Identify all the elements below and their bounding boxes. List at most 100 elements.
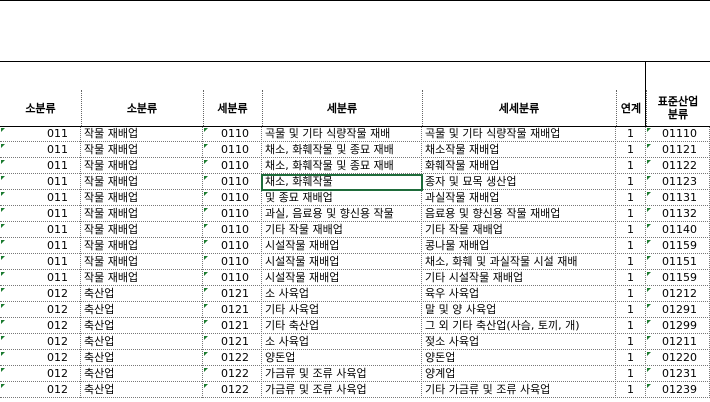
cell-sebunryu-name[interactable]: 소 사육업 xyxy=(262,287,422,302)
cell-sesebunryu-name[interactable]: 그 외 기타 축산업(사슴, 토끼, 개) xyxy=(422,319,616,334)
cell-sebunryu-code[interactable]: 0110 xyxy=(203,175,262,190)
cell-sobunryu-code[interactable]: 012 xyxy=(0,367,81,382)
cell-sobunryu-code[interactable]: 011 xyxy=(0,159,81,174)
cell-link[interactable]: 1 xyxy=(616,255,646,270)
cell-sobunryu-code[interactable]: 011 xyxy=(0,191,81,206)
cell-standard-code[interactable]: 01151 xyxy=(646,255,710,270)
cell-link[interactable]: 1 xyxy=(616,335,646,350)
table-row[interactable]: 011 작물 재배업 0110 시설작물 재배업 기타 시설작물 재배업 1 01159 xyxy=(0,271,710,286)
cell-sobunryu-name[interactable]: 작물 재배업 xyxy=(81,271,203,286)
cell-sebunryu-code[interactable]: 0121 xyxy=(203,319,262,334)
cell-sebunryu-code[interactable]: 0122 xyxy=(203,383,262,398)
cell-sobunryu-code[interactable]: 012 xyxy=(0,383,81,398)
cell-sobunryu-code[interactable]: 011 xyxy=(0,207,81,222)
cell-sebunryu-code[interactable]: 0122 xyxy=(203,367,262,382)
cell-sobunryu-name[interactable]: 작물 재배업 xyxy=(81,255,203,270)
cell-link[interactable]: 1 xyxy=(616,319,646,334)
table-row[interactable]: 012 축산업 0122 가금류 및 조류 사육업 기타 가금류 및 조류 사육업 1 01… xyxy=(0,383,710,398)
cell-sebunryu-code[interactable]: 0110 xyxy=(203,159,262,174)
cell-standard-code[interactable]: 01132 xyxy=(646,207,710,222)
cell-sobunryu-code[interactable]: 011 xyxy=(0,175,81,190)
table-row[interactable]: 011 작물 재배업 0110 채소, 화훼작물 종자 및 묘목 생산업 1 01123 xyxy=(0,174,710,191)
cell-sobunryu-code[interactable]: 011 xyxy=(0,271,81,286)
cell-sobunryu-code[interactable]: 012 xyxy=(0,335,81,350)
cell-sebunryu-name[interactable]: 기타 사육업 xyxy=(262,303,422,318)
table-row[interactable]: 012 축산업 0121 소 사육업 육우 사육업 1 01212 xyxy=(0,287,710,302)
cell-sobunryu-name[interactable]: 축산업 xyxy=(81,303,203,318)
cell-sebunryu-name[interactable]: 곡물 및 기타 식량작물 재배 xyxy=(262,127,422,142)
cell-sebunryu-code[interactable]: 0110 xyxy=(203,255,262,270)
cell-standard-code[interactable]: 01140 xyxy=(646,223,710,238)
cell-standard-code[interactable]: 01121 xyxy=(646,143,710,158)
cell-link[interactable]: 1 xyxy=(616,303,646,318)
cell-sebunryu-code[interactable]: 0110 xyxy=(203,223,262,238)
table-row[interactable]: 012 축산업 0121 기타 축산업 그 외 기타 축산업(사슴, 토끼, 개) 1 01… xyxy=(0,319,710,334)
cell-standard-code[interactable]: 01212 xyxy=(646,287,710,302)
cell-sebunryu-code[interactable]: 0110 xyxy=(203,239,262,254)
cell-sebunryu-name[interactable]: 채소, 화훼작물 및 종묘 재배 xyxy=(262,143,422,158)
spreadsheet[interactable]: 소분류 소분류 세분류 세분류 세세분류 연계 표준산업 분류 011 작물 재배업… xyxy=(0,0,710,402)
cell-standard-code[interactable]: 01291 xyxy=(646,303,710,318)
cell-link[interactable]: 1 xyxy=(616,239,646,254)
table-row[interactable]: 011 작물 재배업 0110 시설작물 재배업 채소, 화훼 및 과실작물 시설 재배… xyxy=(0,255,710,270)
cell-sebunryu-name[interactable]: 채소, 화훼작물 및 종묘 재배 xyxy=(262,159,422,174)
cell-standard-code[interactable]: 01159 xyxy=(646,239,710,254)
cell-sobunryu-code[interactable]: 012 xyxy=(0,319,81,334)
cell-sebunryu-name[interactable]: 과실, 음료용 및 향신용 작물 xyxy=(262,207,422,222)
cell-sobunryu-code[interactable]: 011 xyxy=(0,255,81,270)
cell-sebunryu-name[interactable]: 양돈업 xyxy=(262,351,422,366)
cell-sebunryu-name[interactable]: 채소, 화훼작물 xyxy=(261,174,423,191)
cell-sobunryu-name[interactable]: 작물 재배업 xyxy=(81,175,203,190)
table-row[interactable]: 012 축산업 0121 기타 사육업 말 및 양 사육업 1 01291 xyxy=(0,303,710,318)
cell-link[interactable]: 1 xyxy=(616,143,646,158)
cell-sobunryu-name[interactable]: 작물 재배업 xyxy=(81,223,203,238)
cell-standard-code[interactable]: 01239 xyxy=(646,383,710,398)
cell-standard-code[interactable]: 01110 xyxy=(646,127,710,142)
cell-sobunryu-code[interactable]: 011 xyxy=(0,143,81,158)
cell-sobunryu-name[interactable]: 축산업 xyxy=(81,383,203,398)
table-row[interactable]: 011 작물 재배업 0110 곡물 및 기타 식량작물 재배 곡물 및 기타 식량작물… xyxy=(0,127,710,142)
cell-sobunryu-name[interactable]: 축산업 xyxy=(81,367,203,382)
cell-sesebunryu-name[interactable]: 기타 가금류 및 조류 사육업 xyxy=(422,383,616,398)
cell-sobunryu-name[interactable]: 축산업 xyxy=(81,319,203,334)
cell-sebunryu-code[interactable]: 0110 xyxy=(203,191,262,206)
cell-sesebunryu-name[interactable]: 기타 시설작물 재배업 xyxy=(422,271,616,286)
table-row[interactable]: 011 작물 재배업 0110 시설작물 재배업 콩나물 재배업 1 01159 xyxy=(0,239,710,254)
cell-sesebunryu-name[interactable]: 콩나물 재배업 xyxy=(422,239,616,254)
cell-sesebunryu-name[interactable]: 채소작물 재배업 xyxy=(422,143,616,158)
cell-standard-code[interactable]: 01220 xyxy=(646,351,710,366)
cell-sobunryu-code[interactable]: 012 xyxy=(0,303,81,318)
cell-sebunryu-code[interactable]: 0121 xyxy=(203,287,262,302)
cell-standard-code[interactable]: 01231 xyxy=(646,367,710,382)
cell-sebunryu-code[interactable]: 0110 xyxy=(203,127,262,142)
table-row[interactable]: 011 작물 재배업 0110 채소, 화훼작물 및 종묘 재배 채소작물 재배업 1 01… xyxy=(0,143,710,158)
cell-sebunryu-name[interactable]: 기타 작물 재배업 xyxy=(262,223,422,238)
cell-sobunryu-code[interactable]: 011 xyxy=(0,223,81,238)
cell-link[interactable]: 1 xyxy=(616,351,646,366)
cell-sesebunryu-name[interactable]: 곡물 및 기타 식량작물 재배업 xyxy=(422,127,616,142)
cell-sobunryu-code[interactable]: 012 xyxy=(0,351,81,366)
cell-sobunryu-name[interactable]: 작물 재배업 xyxy=(81,143,203,158)
cell-sesebunryu-name[interactable]: 종자 및 묘목 생산업 xyxy=(422,175,616,190)
cell-sobunryu-code[interactable]: 011 xyxy=(0,239,81,254)
cell-sebunryu-code[interactable]: 0110 xyxy=(203,143,262,158)
cell-sobunryu-name[interactable]: 작물 재배업 xyxy=(81,239,203,254)
cell-link[interactable]: 1 xyxy=(616,383,646,398)
cell-sebunryu-code[interactable]: 0121 xyxy=(203,335,262,350)
table-row[interactable]: 011 작물 재배업 0110 및 종묘 재배업 과실작물 재배업 1 01131 xyxy=(0,191,710,206)
cell-sesebunryu-name[interactable]: 양계업 xyxy=(422,367,616,382)
table-row[interactable]: 012 축산업 0122 가금류 및 조류 사육업 양계업 1 01231 xyxy=(0,367,710,382)
cell-sebunryu-name[interactable]: 소 사육업 xyxy=(262,335,422,350)
cell-sesebunryu-name[interactable]: 과실작물 재배업 xyxy=(422,191,616,206)
cell-standard-code[interactable]: 01122 xyxy=(646,159,710,174)
cell-sobunryu-code[interactable]: 012 xyxy=(0,287,81,302)
cell-link[interactable]: 1 xyxy=(616,271,646,286)
cell-sesebunryu-name[interactable]: 기타 작물 재배업 xyxy=(422,223,616,238)
cell-sebunryu-name[interactable]: 가금류 및 조류 사육업 xyxy=(262,383,422,398)
cell-link[interactable]: 1 xyxy=(616,207,646,222)
cell-standard-code[interactable]: 01299 xyxy=(646,319,710,334)
cell-sobunryu-name[interactable]: 축산업 xyxy=(81,335,203,350)
cell-standard-code[interactable]: 01131 xyxy=(646,191,710,206)
cell-sebunryu-code[interactable]: 0122 xyxy=(203,351,262,366)
cell-sebunryu-code[interactable]: 0110 xyxy=(203,207,262,222)
